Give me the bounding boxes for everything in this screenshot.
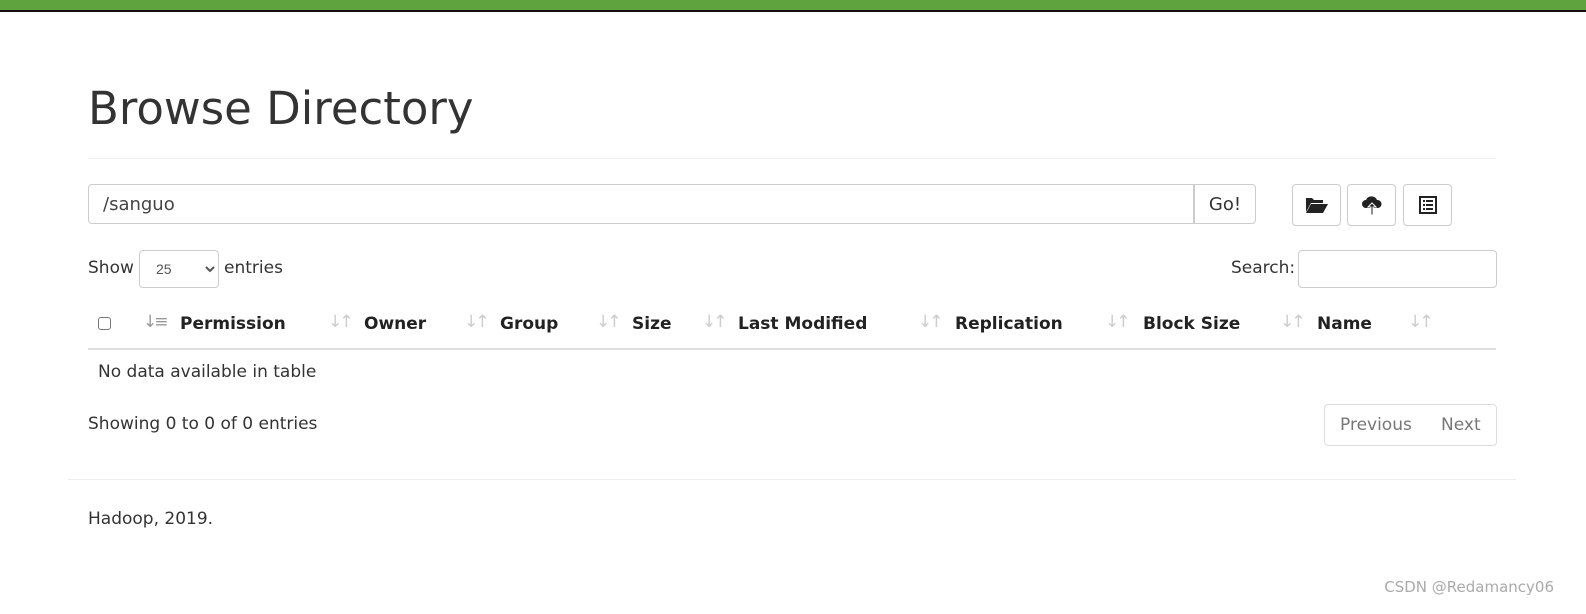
top-bar (0, 0, 1586, 12)
divider (88, 158, 1496, 159)
cut-paste-button[interactable] (1403, 184, 1452, 226)
empty-message: No data available in table (98, 362, 317, 382)
sort-icon[interactable]: ↓↑ (1408, 312, 1433, 332)
sort-icon[interactable]: ↓↑ (596, 312, 621, 332)
column-owner[interactable]: Owner (364, 314, 426, 334)
column-name[interactable]: Name (1317, 314, 1372, 334)
footer-text: Hadoop, 2019. (88, 509, 214, 529)
create-directory-button[interactable] (1292, 184, 1341, 226)
sort-icon[interactable]: ↓↑ (328, 312, 353, 332)
upload-button[interactable] (1347, 184, 1396, 226)
page-size-select[interactable]: 25 (139, 250, 219, 288)
previous-button[interactable]: Previous (1324, 404, 1428, 446)
column-replication[interactable]: Replication (955, 314, 1063, 334)
next-button[interactable]: Next (1426, 404, 1497, 446)
column-group[interactable]: Group (500, 314, 558, 334)
sort-asc-icon[interactable]: ↓≡ (143, 312, 168, 332)
sort-icon[interactable]: ↓↑ (1105, 312, 1130, 332)
sort-icon[interactable]: ↓↑ (918, 312, 943, 332)
sort-icon[interactable]: ↓↑ (1280, 312, 1305, 332)
page-title: Browse Directory (88, 82, 474, 135)
column-block-size[interactable]: Block Size (1143, 314, 1240, 334)
cloud-upload-icon (1361, 196, 1382, 216)
column-permission[interactable]: Permission (180, 314, 286, 334)
sort-icon[interactable]: ↓↑ (464, 312, 489, 332)
column-last-modified[interactable]: Last Modified (738, 314, 867, 334)
column-size[interactable]: Size (632, 314, 672, 334)
entries-label: entries (224, 258, 283, 278)
footer-divider (68, 479, 1516, 480)
folder-open-icon (1305, 198, 1328, 213)
watermark: CSDN @Redamancy06 (1384, 578, 1554, 596)
table-info: Showing 0 to 0 of 0 entries (88, 414, 318, 434)
sort-icon[interactable]: ↓↑ (702, 312, 727, 332)
table-header-divider (88, 348, 1496, 350)
list-icon (1418, 196, 1437, 214)
select-all-checkbox[interactable] (98, 317, 111, 330)
search-label: Search: (1231, 258, 1296, 278)
show-label: Show (88, 258, 134, 278)
path-input[interactable] (88, 184, 1194, 224)
go-button[interactable]: Go! (1194, 184, 1256, 224)
search-input[interactable] (1298, 250, 1497, 288)
